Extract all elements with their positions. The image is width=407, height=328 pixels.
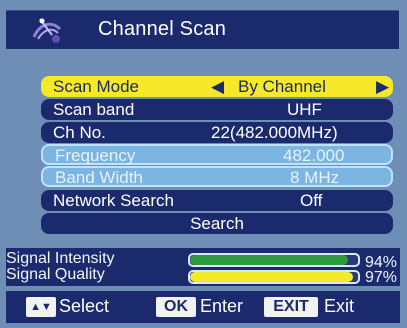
frequency-label: Frequency	[55, 146, 136, 165]
up-down-key-icon: ▲▼	[26, 297, 56, 317]
scan-band-label: Scan band	[53, 100, 135, 119]
exit-label: Exit	[324, 296, 355, 316]
search-button[interactable]: Search	[41, 213, 393, 234]
osd-screen: Channel Scan Scan Mode ◀ By Channel ▶ Sc…	[0, 0, 407, 328]
signal-status-panel: Signal Intensity 94% Signal Quality 97%	[6, 248, 400, 286]
enter-label: Enter	[200, 296, 244, 316]
band-width-label: Band Width	[55, 168, 143, 187]
signal-intensity-fill	[190, 255, 348, 265]
exit-key-icon: EXIT	[264, 297, 318, 317]
network-search-value: Off	[300, 191, 323, 210]
scan-mode-row[interactable]: Scan Mode ◀ By Channel ▶	[41, 76, 393, 97]
band-width-row: Band Width 8 MHz	[41, 166, 393, 187]
signal-intensity-bar	[188, 253, 360, 267]
search-button-label: Search	[190, 214, 244, 233]
signal-quality-percent: 97%	[364, 269, 397, 286]
frequency-value: 482.000	[283, 146, 345, 165]
band-width-value: 8 MHz	[290, 168, 340, 187]
page-title: Channel Scan	[98, 18, 227, 40]
scan-band-value: UHF	[287, 100, 322, 119]
frequency-row: Frequency 482.000	[41, 144, 393, 165]
signal-quality-label: Signal Quality	[6, 266, 105, 283]
ch-no-row[interactable]: Ch No. 22(482.000MHz)	[41, 122, 393, 143]
select-label: Select	[59, 296, 110, 316]
scan-settings-panel: Scan Mode ◀ By Channel ▶ Scan band UHF C…	[22, 62, 402, 238]
right-arrow-icon[interactable]: ▶	[376, 77, 389, 97]
footer-help-bar: ▲▼ Select OK Enter EXIT Exit	[6, 291, 400, 323]
scan-band-row[interactable]: Scan band UHF	[41, 99, 393, 120]
header-bar: Channel Scan	[6, 10, 399, 49]
signal-quality-bar	[188, 270, 360, 284]
satellite-dish-icon	[32, 18, 62, 43]
ch-no-label: Ch No.	[53, 123, 106, 142]
network-search-row[interactable]: Network Search Off	[41, 190, 393, 211]
left-arrow-icon[interactable]: ◀	[211, 77, 224, 97]
ok-key-icon: OK	[156, 297, 196, 317]
ch-no-value: 22(482.000MHz)	[211, 123, 338, 142]
signal-quality-fill	[190, 272, 353, 282]
scan-mode-value: By Channel	[238, 77, 326, 96]
network-search-label: Network Search	[53, 191, 174, 210]
scan-mode-label: Scan Mode	[53, 77, 139, 96]
